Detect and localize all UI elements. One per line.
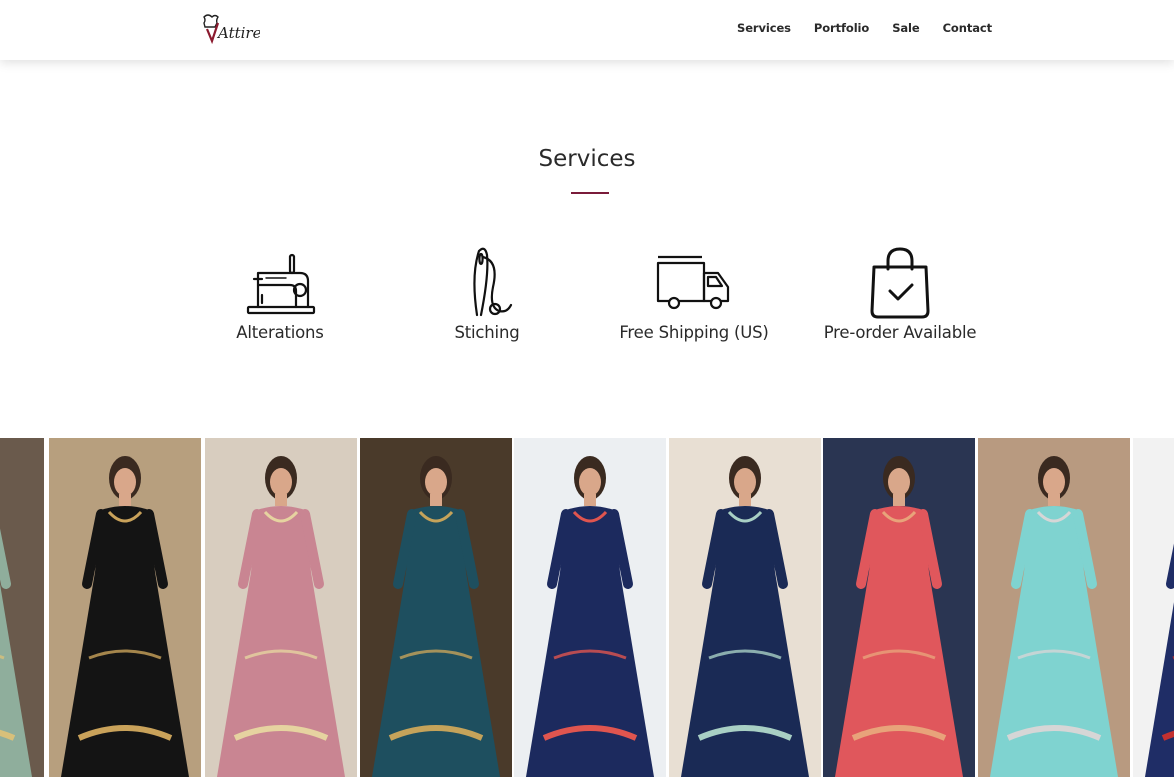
dress-photo <box>0 438 44 777</box>
service-label: Stiching <box>454 323 520 342</box>
gallery-item[interactable] <box>823 438 975 777</box>
logo-text: Attire <box>216 24 260 42</box>
service-label: Pre-order Available <box>823 323 977 342</box>
services-section: Services Alterations Stiching Free Shipp… <box>0 60 1174 438</box>
gallery-item[interactable] <box>978 438 1130 777</box>
delivery-truck-icon <box>656 255 730 310</box>
dress-photo <box>49 438 201 777</box>
gallery-item[interactable] <box>49 438 201 777</box>
nav-sale[interactable]: Sale <box>892 20 919 36</box>
service-label: Free Shipping (US) <box>619 323 769 342</box>
dress-photo <box>669 438 821 777</box>
services-title: Services <box>538 146 636 172</box>
dress-photo <box>978 438 1130 777</box>
service-free-shipping: Free Shipping (US) <box>584 245 804 342</box>
service-pre-order: Pre-order Available <box>790 245 1010 342</box>
service-label: Alterations <box>236 323 324 342</box>
dress-photo <box>360 438 512 777</box>
nav-services[interactable]: Services <box>737 20 791 36</box>
gallery-item[interactable] <box>669 438 821 777</box>
nav-portfolio[interactable]: Portfolio <box>814 20 869 36</box>
nav-contact[interactable]: Contact <box>943 20 993 36</box>
title-underline <box>571 192 609 194</box>
gallery-item[interactable] <box>360 438 512 777</box>
dress-photo <box>205 438 357 777</box>
dress-photo <box>1133 438 1174 777</box>
attire-logo[interactable]: Attire <box>198 11 262 47</box>
sewing-machine-icon <box>246 253 316 315</box>
needle-thread-icon <box>473 247 513 317</box>
service-stiching: Stiching <box>377 245 597 342</box>
service-alterations: Alterations <box>170 245 390 342</box>
gallery-item[interactable] <box>205 438 357 777</box>
navbar: Attire Services Portfolio Sale Contact <box>0 0 1174 60</box>
gallery-item[interactable] <box>0 438 44 777</box>
shopping-bag-check-icon <box>870 247 930 319</box>
dress-photo <box>514 438 666 777</box>
gallery-item[interactable] <box>1133 438 1174 777</box>
main-nav: Services Portfolio Sale Contact <box>737 20 992 36</box>
portfolio-gallery <box>0 438 1174 777</box>
dress-photo <box>823 438 975 777</box>
gallery-item[interactable] <box>514 438 666 777</box>
